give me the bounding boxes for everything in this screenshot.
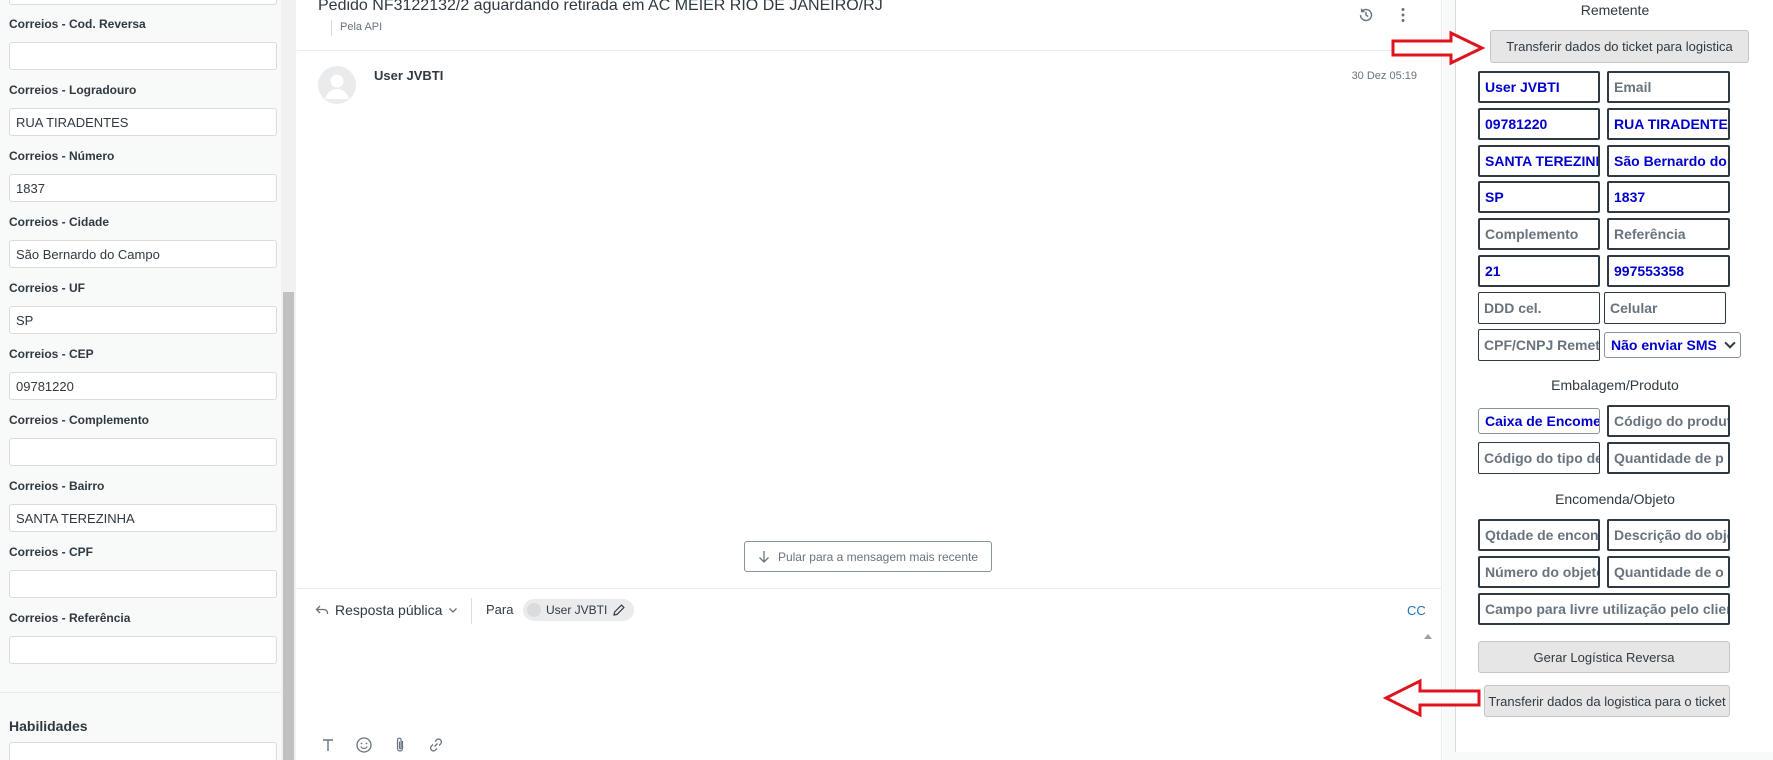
field-input[interactable]: 1837	[9, 174, 277, 202]
arrow-down-icon	[758, 550, 769, 563]
composer-divider	[297, 588, 1442, 589]
field-input[interactable]: São Bernardo do Campo	[9, 240, 277, 268]
composer-separator	[471, 598, 472, 624]
product-code-field[interactable]: Código do produto	[1607, 405, 1730, 437]
field-input[interactable]	[9, 570, 277, 598]
reply-type-selector[interactable]: Resposta pública	[315, 602, 458, 618]
emoji-icon[interactable]	[355, 736, 373, 754]
attachment-icon[interactable]	[391, 736, 409, 754]
recipient-avatar	[527, 603, 541, 617]
cc-link[interactable]: CC	[1407, 603, 1426, 618]
previous-field-input[interactable]	[9, 0, 277, 5]
to-label: Para	[486, 602, 514, 617]
field-input[interactable]: SP	[9, 306, 277, 334]
sender-cel-field[interactable]: Celular	[1604, 292, 1726, 324]
package-section-title: Embalagem/Produto	[1551, 377, 1679, 393]
chevron-down-icon	[449, 608, 458, 613]
object-description-field[interactable]: Descrição do objet	[1607, 519, 1730, 551]
field-label: Correios - Bairro	[9, 479, 105, 493]
field-label: Correios - Logradouro	[9, 83, 137, 97]
field-input[interactable]: SANTA TEREZINHA	[9, 504, 277, 532]
arrow-right-icon	[1391, 30, 1486, 66]
reply-icon	[315, 605, 329, 614]
field-label: Correios - Complemento	[9, 413, 150, 427]
field-label: Correios - CEP	[9, 347, 94, 361]
conversation-pane: Pedido NF3122132/2 aguardando retirada e…	[297, 0, 1442, 760]
object-section-title: Encomenda/Objeto	[1555, 491, 1675, 507]
skills-label: Habilidades	[9, 718, 88, 734]
field-label: Correios - CPF	[9, 545, 94, 559]
ticket-fields-panel: Correios - Cod. Reversa Correios - Lograd…	[0, 0, 281, 760]
sender-district-field[interactable]: SANTA TEREZINHA	[1478, 145, 1600, 177]
sender-ddd-cel-field[interactable]: DDD cel.	[1478, 292, 1600, 324]
arrow-left-icon	[1382, 678, 1481, 718]
field-label: Correios - Número	[9, 149, 115, 163]
sender-phone-field[interactable]: 997553358	[1607, 255, 1730, 287]
logistics-form: Remetente Transferir dados do ticket par…	[1455, 0, 1773, 752]
scroll-up-arrow-icon[interactable]	[1424, 634, 1432, 639]
sender-number-field[interactable]: 1837	[1607, 181, 1730, 213]
recipient-name: User JVBTI	[546, 603, 608, 617]
packaging-value: Caixa de Encomenda	[1485, 413, 1600, 429]
sender-city-field[interactable]: São Bernardo do C	[1607, 145, 1730, 177]
history-icon[interactable]	[1357, 6, 1375, 24]
sms-option-value: Não enviar SMS	[1611, 337, 1717, 353]
recipient-chip[interactable]: User JVBTI	[523, 599, 635, 621]
avatar	[318, 66, 356, 104]
object-quantity-field[interactable]: Quantidade de o	[1607, 556, 1730, 588]
sender-reference-field[interactable]: Referência	[1607, 218, 1730, 250]
left-panel-scroll-thumb[interactable]	[283, 292, 294, 760]
field-input[interactable]: 09781220	[9, 372, 277, 400]
object-number-field[interactable]: Número do objeto/c	[1478, 556, 1600, 588]
field-label: Correios - Referência	[9, 611, 131, 625]
sender-email-field[interactable]: Email	[1607, 71, 1730, 103]
link-icon[interactable]	[427, 736, 445, 754]
more-options-icon[interactable]	[1394, 6, 1412, 24]
field-input[interactable]	[9, 438, 277, 466]
object-qty-field[interactable]: Qtdade de encon	[1478, 519, 1600, 551]
field-input[interactable]	[9, 42, 277, 70]
sender-section-title: Remetente	[1580, 2, 1650, 18]
type-code-field[interactable]: Código do tipo de p	[1478, 442, 1600, 474]
skills-input[interactable]	[9, 742, 277, 760]
header-divider	[297, 50, 1442, 51]
transfer-to-ticket-button[interactable]: Transferir dados da logistica para o tic…	[1484, 685, 1730, 717]
field-input[interactable]	[9, 636, 277, 664]
free-use-field[interactable]: Campo para livre utilização pelo cliente	[1478, 593, 1730, 625]
edit-icon[interactable]	[612, 603, 626, 617]
sender-cpf-field[interactable]: CPF/CNPJ Remetente	[1478, 329, 1600, 361]
field-label: Correios - Cidade	[9, 215, 110, 229]
ticket-via: Pela API	[340, 21, 383, 33]
sender-uf-field[interactable]: SP	[1478, 181, 1600, 213]
field-input[interactable]: RUA TIRADENTES	[9, 108, 277, 136]
sender-name-field[interactable]: User JVBTI	[1478, 71, 1600, 103]
reply-type-label: Resposta pública	[335, 602, 443, 618]
transfer-to-logistics-button[interactable]: Transferir dados do ticket para logistic…	[1490, 30, 1749, 63]
chevron-down-icon	[1724, 337, 1736, 349]
message-author[interactable]: User JVBTI	[374, 68, 443, 83]
sender-street-field[interactable]: RUA TIRADENTES	[1607, 108, 1730, 140]
field-label: Correios - Cod. Reversa	[9, 17, 146, 31]
panel-divider	[0, 692, 281, 693]
sms-option-select[interactable]: Não enviar SMS	[1604, 332, 1741, 358]
jump-to-latest-button[interactable]: Pular para a mensagem mais recente	[744, 541, 992, 572]
sender-ddd-field[interactable]: 21	[1478, 255, 1600, 287]
ticket-title: Pedido NF3122132/2 aguardando retirada e…	[318, 0, 883, 14]
composer-toolbar	[319, 736, 445, 754]
jump-to-latest-label: Pular para a mensagem mais recente	[777, 549, 979, 564]
generate-reverse-logistics-button[interactable]: Gerar Logística Reversa	[1478, 641, 1730, 673]
sender-cep-field[interactable]: 09781220	[1478, 108, 1600, 140]
package-quantity-field[interactable]: Quantidade de p	[1607, 442, 1730, 474]
logistics-app-panel: Remetente Transferir dados do ticket par…	[1443, 0, 1773, 760]
message-timestamp: 30 Dez 05:19	[1351, 70, 1417, 82]
field-label: Correios - UF	[9, 281, 86, 295]
sender-complement-field[interactable]: Complemento	[1478, 218, 1600, 250]
packaging-select[interactable]: Caixa de Encomenda	[1478, 408, 1600, 434]
via-divider	[331, 20, 332, 36]
text-format-icon[interactable]	[319, 736, 337, 754]
